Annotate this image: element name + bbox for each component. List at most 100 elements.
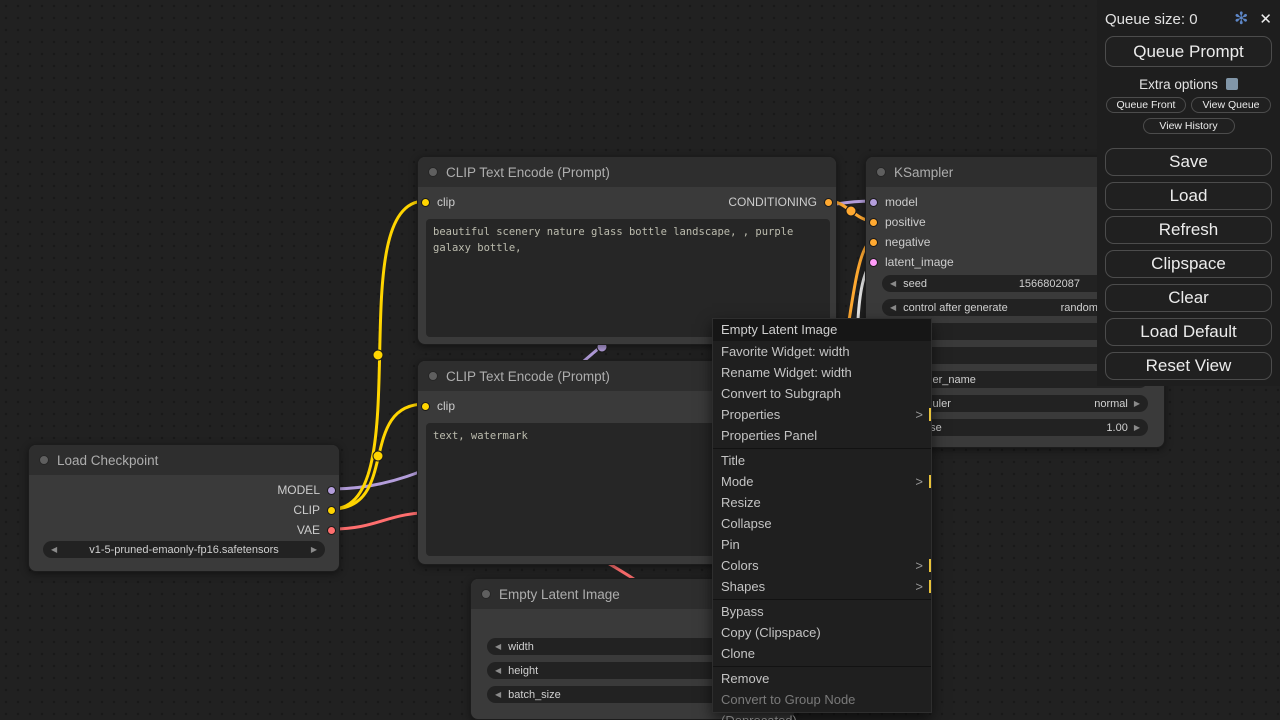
output-slot-vae[interactable]: VAE (29, 520, 339, 540)
refresh-button[interactable]: Refresh (1105, 216, 1272, 244)
menu-item-clone[interactable]: Clone (713, 643, 931, 664)
latent-port-icon[interactable] (869, 258, 878, 267)
clear-button[interactable]: Clear (1105, 284, 1272, 312)
menu-item-mode[interactable]: Mode> (713, 471, 931, 492)
submenu-arrow-icon: > (915, 404, 923, 425)
conditioning-port-icon[interactable] (869, 238, 878, 247)
widget-label: batch_size (508, 689, 561, 701)
output-slot-model[interactable]: MODEL (29, 480, 339, 500)
slot-label: model (885, 195, 918, 209)
menu-item-shapes[interactable]: Shapes > (713, 576, 931, 597)
node-title: Load Checkpoint (57, 453, 158, 468)
next-arrow-icon[interactable]: ▶ (311, 545, 317, 554)
slot-label: CONDITIONING (728, 195, 817, 209)
menu-item-label: Collapse (721, 516, 772, 531)
node-title: CLIP Text Encode (Prompt) (446, 369, 610, 384)
menu-item-collapse[interactable]: Collapse (713, 513, 931, 534)
decrement-arrow-icon[interactable]: ◀ (495, 642, 501, 651)
menu-item-label: Resize (721, 495, 761, 510)
widget-value: 1566802087 (1019, 278, 1080, 290)
slot-label: negative (885, 235, 930, 249)
menu-item-title[interactable]: Title (713, 450, 931, 471)
node-load-checkpoint[interactable]: Load Checkpoint MODEL CLIP VAE ◀ v1-5-pr… (28, 444, 340, 572)
menu-item-label: Mode (721, 474, 754, 489)
menu-item-convert-to-subgraph[interactable]: Convert to Subgraph (713, 383, 931, 404)
submenu-arrow-icon: > (915, 576, 923, 597)
increment-arrow-icon[interactable]: ▶ (1134, 399, 1140, 408)
menu-item-favorite-widget[interactable]: Favorite Widget: width (713, 341, 931, 362)
node-titlebar[interactable]: Load Checkpoint (29, 445, 339, 475)
menu-item-label: Clone (721, 646, 755, 661)
output-slot-conditioning[interactable]: CONDITIONING (418, 192, 836, 212)
graph-canvas[interactable]: CLIP Text Encode (Prompt) clip CONDITION… (0, 0, 1280, 720)
menu-item-properties[interactable]: Properties > (713, 404, 931, 425)
slot-label: positive (885, 215, 926, 229)
menu-item-label: Favorite Widget: width (721, 344, 850, 359)
queue-front-button[interactable]: Queue Front (1106, 97, 1186, 113)
menu-item-convert-to-group-node[interactable]: Convert to Group Node (Deprecated) (713, 689, 931, 710)
reset-view-button[interactable]: Reset View (1105, 352, 1272, 380)
save-button[interactable]: Save (1105, 148, 1272, 176)
model-port-icon[interactable] (327, 486, 336, 495)
close-icon[interactable]: ✕ (1259, 10, 1272, 28)
decrement-arrow-icon[interactable]: ◀ (495, 666, 501, 675)
link-midpoint-dot[interactable] (373, 451, 383, 461)
menu-item-label: Properties (721, 407, 780, 422)
menu-item-label: Properties Panel (721, 428, 817, 443)
load-button[interactable]: Load (1105, 182, 1272, 210)
menu-item-pin[interactable]: Pin (713, 534, 931, 555)
menu-item-copy-clipspace[interactable]: Copy (Clipspace) (713, 622, 931, 643)
extra-options-checkbox[interactable] (1226, 78, 1238, 90)
load-default-button[interactable]: Load Default (1105, 318, 1272, 346)
node-title: Empty Latent Image (499, 587, 620, 602)
link-midpoint-dot[interactable] (373, 350, 383, 360)
node-title: CLIP Text Encode (Prompt) (446, 165, 610, 180)
collapse-dot-icon[interactable] (428, 167, 438, 177)
submenu-arrow-icon: > (915, 555, 923, 576)
menu-item-label: Bypass (721, 604, 764, 619)
decrement-arrow-icon[interactable]: ◀ (890, 303, 896, 312)
menu-item-label: Copy (Clipspace) (721, 625, 821, 640)
menu-item-label: Rename Widget: width (721, 365, 852, 380)
output-slot-clip[interactable]: CLIP (29, 500, 339, 520)
clip-port-icon[interactable] (327, 506, 336, 515)
collapse-dot-icon[interactable] (876, 167, 886, 177)
menu-item-rename-widget[interactable]: Rename Widget: width (713, 362, 931, 383)
link-midpoint-dot[interactable] (846, 206, 856, 216)
clipspace-button[interactable]: Clipspace (1105, 250, 1272, 278)
widget-value: 1.00 (1106, 422, 1127, 434)
menu-item-label: Title (721, 453, 745, 468)
node-titlebar[interactable]: CLIP Text Encode (Prompt) (418, 157, 836, 187)
model-port-icon[interactable] (869, 198, 878, 207)
menu-item-label: Remove (721, 671, 769, 686)
menu-item-resize[interactable]: Resize (713, 492, 931, 513)
extra-options-label: Extra options (1139, 77, 1218, 92)
context-menu: Empty Latent Image Favorite Widget: widt… (712, 318, 932, 713)
node-clip-text-encode-positive[interactable]: CLIP Text Encode (Prompt) clip CONDITION… (417, 156, 837, 345)
settings-gear-icon[interactable]: ✻ (1234, 9, 1248, 29)
collapse-dot-icon[interactable] (39, 455, 49, 465)
widget-label: control after generate (903, 302, 1008, 314)
menu-item-properties-panel[interactable]: Properties Panel (713, 425, 931, 446)
widget-ckpt-name[interactable]: ◀ v1-5-pruned-emaonly-fp16.safetensors ▶ (43, 541, 325, 558)
widget-label: width (508, 641, 534, 653)
collapse-dot-icon[interactable] (428, 371, 438, 381)
decrement-arrow-icon[interactable]: ◀ (495, 690, 501, 699)
increment-arrow-icon[interactable]: ▶ (1134, 423, 1140, 432)
queue-prompt-button[interactable]: Queue Prompt (1105, 36, 1272, 67)
widget-value: normal (1094, 398, 1128, 410)
vae-port-icon[interactable] (327, 526, 336, 535)
view-queue-button[interactable]: View Queue (1191, 97, 1271, 113)
comfyui-menu-panel: Queue size: 0 ✻ ✕ Queue Prompt Extra opt… (1097, 0, 1280, 386)
menu-item-remove[interactable]: Remove (713, 668, 931, 689)
menu-item-label: Shapes (721, 579, 765, 594)
decrement-arrow-icon[interactable]: ◀ (890, 279, 896, 288)
menu-item-bypass[interactable]: Bypass (713, 601, 931, 622)
menu-item-label: Convert to Subgraph (721, 386, 841, 401)
menu-item-label: Pin (721, 537, 740, 552)
view-history-button[interactable]: View History (1143, 118, 1235, 134)
menu-item-colors[interactable]: Colors> (713, 555, 931, 576)
collapse-dot-icon[interactable] (481, 589, 491, 599)
conditioning-port-icon[interactable] (824, 198, 833, 207)
conditioning-port-icon[interactable] (869, 218, 878, 227)
